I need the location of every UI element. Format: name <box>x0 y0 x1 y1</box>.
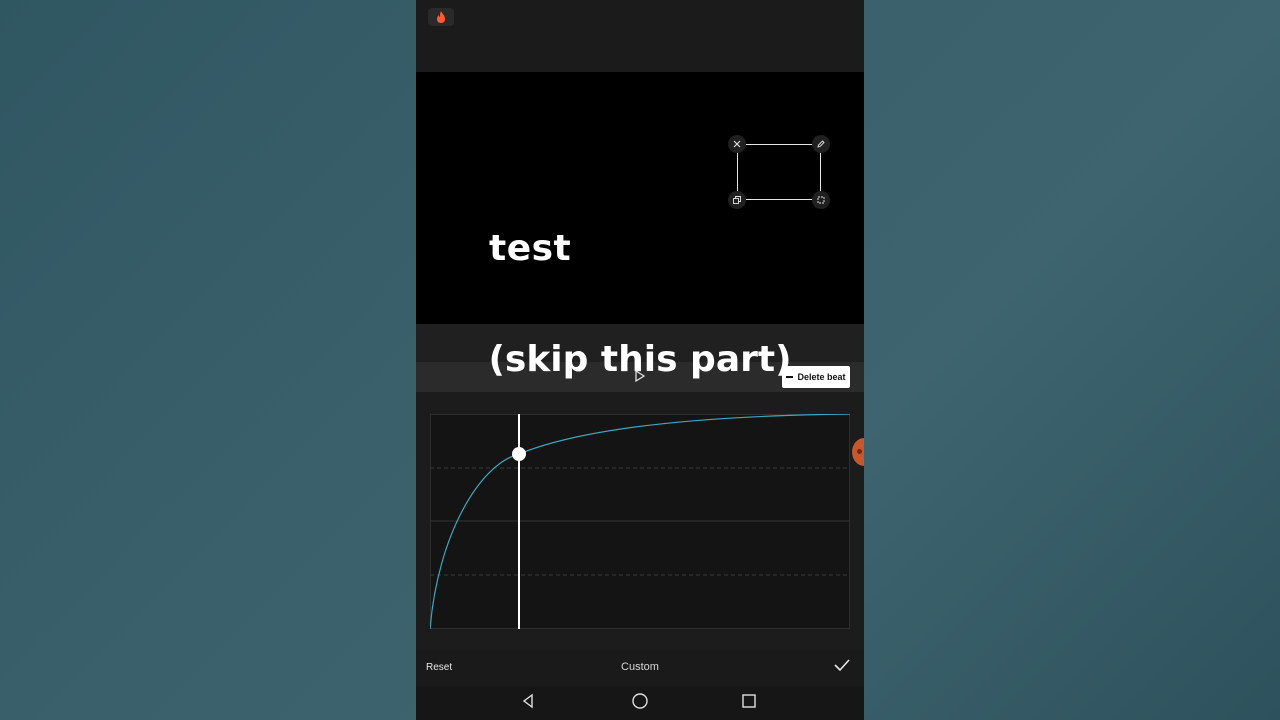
edit-icon <box>817 140 825 148</box>
close-icon <box>733 140 741 148</box>
check-icon <box>834 659 850 672</box>
home-button[interactable] <box>631 693 649 712</box>
delete-handle[interactable] <box>728 135 746 153</box>
text-selection-box[interactable] <box>728 135 830 209</box>
phone-screen: test (skip this part) Delete beat Reset … <box>416 0 864 720</box>
preview-text[interactable]: test <box>489 228 571 269</box>
home-icon <box>632 693 648 709</box>
back-icon <box>522 693 533 709</box>
fire-icon <box>437 11 445 23</box>
recents-icon <box>742 694 756 708</box>
curve-control-point <box>512 447 526 461</box>
top-bar <box>416 0 864 72</box>
minus-icon <box>786 376 794 378</box>
play-icon[interactable] <box>634 369 646 383</box>
copy-icon <box>733 196 741 204</box>
delete-beat-label: Delete beat <box>797 372 846 382</box>
back-button[interactable] <box>520 693 536 712</box>
speed-curve-graph[interactable] <box>430 414 850 629</box>
recents-button[interactable] <box>741 693 757 712</box>
copy-handle[interactable] <box>728 191 746 209</box>
fire-button[interactable] <box>428 8 454 26</box>
resize-handle[interactable] <box>812 191 830 209</box>
delete-beat-button[interactable]: Delete beat <box>782 366 850 388</box>
edit-handle[interactable] <box>812 135 830 153</box>
mode-label: Custom <box>621 661 659 673</box>
resize-icon <box>817 196 825 204</box>
confirm-button[interactable] <box>834 658 850 675</box>
